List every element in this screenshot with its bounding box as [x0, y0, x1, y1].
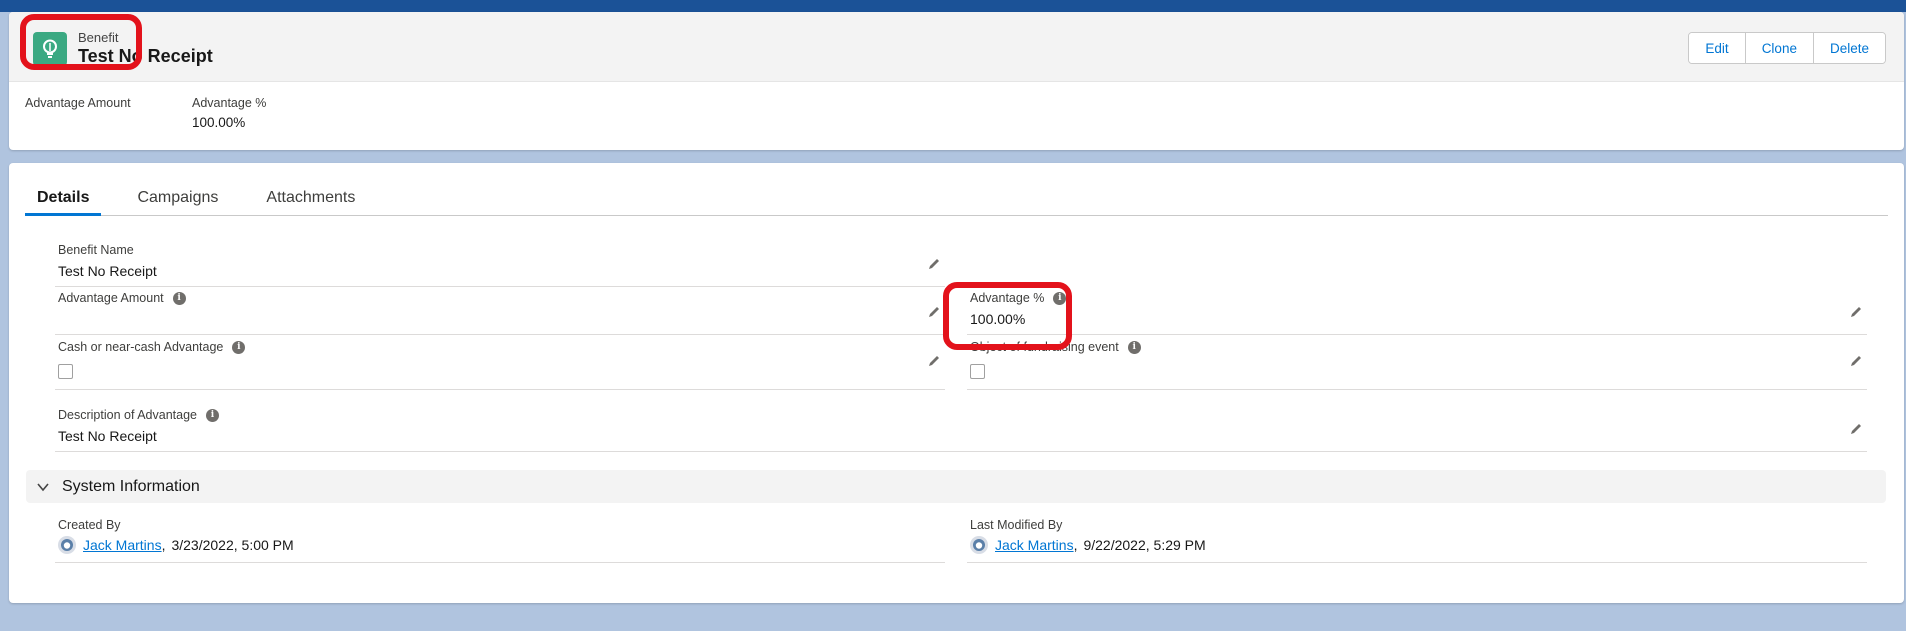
object-type-label: Benefit [78, 30, 119, 45]
highlight-label: Advantage Amount [25, 96, 131, 110]
field-label: Last Modified By [970, 518, 1062, 532]
pencil-icon[interactable] [927, 354, 941, 368]
info-icon[interactable]: i [1127, 340, 1141, 354]
field-label-text: Last Modified By [970, 518, 1063, 532]
highlight-value: 100.00% [192, 115, 246, 130]
info-icon[interactable]: i [205, 408, 219, 422]
field-cash-advantage: Cash or near-cash Advantage i [55, 340, 945, 390]
info-icon[interactable]: i [172, 291, 186, 305]
delete-button[interactable]: Delete [1813, 33, 1885, 63]
field-advantage-amount: Advantage Amount i [55, 291, 945, 335]
info-icon[interactable]: i [232, 340, 246, 354]
pencil-icon[interactable] [927, 257, 941, 271]
created-by-user-link[interactable]: Jack Martins [83, 537, 162, 553]
avatar [970, 536, 988, 554]
info-icon[interactable]: i [1053, 291, 1067, 305]
field-created-by: Created By Jack Martins, 3/23/2022, 5:00… [55, 518, 945, 563]
last-modified-date: 9/22/2022, 5:29 PM [1083, 537, 1206, 553]
field-label-text: Benefit Name [58, 243, 134, 257]
section-title: System Information [62, 477, 200, 495]
chevron-down-icon [37, 482, 49, 491]
field-label-text: Object of fundraising event [970, 340, 1119, 354]
record-title: Test No Receipt [78, 46, 213, 66]
tab-attachments[interactable]: Attachments [254, 185, 367, 216]
last-modified-user-link[interactable]: Jack Martins [995, 537, 1074, 553]
field-advantage-pct: Advantage % i 100.00% [967, 291, 1867, 335]
pencil-icon[interactable] [927, 305, 941, 319]
highlight-fields: Advantage Amount Advantage % 100.00% [9, 82, 1904, 150]
separator-comma: , [161, 537, 166, 553]
highlights-panel: Benefit Test No Receipt Edit Clone Delet… [9, 12, 1904, 150]
separator-comma: , [1073, 537, 1078, 553]
pencil-icon[interactable] [1849, 354, 1863, 368]
field-label: Benefit Name [58, 243, 134, 257]
tab-bar: Details Campaigns Attachments [25, 185, 1888, 216]
cash-advantage-checkbox[interactable] [58, 364, 73, 379]
highlight-advantage-amount: Advantage Amount [25, 96, 131, 115]
field-last-modified-by: Last Modified By Jack Martins, 9/22/2022… [967, 518, 1867, 563]
clone-button[interactable]: Clone [1745, 33, 1814, 63]
last-modified-value: Jack Martins, 9/22/2022, 5:29 PM [970, 536, 1206, 554]
action-buttons: Edit Clone Delete [1688, 32, 1886, 64]
field-label-text: Cash or near-cash Advantage [58, 340, 224, 354]
system-info-section-header[interactable]: System Information [26, 470, 1886, 503]
field-label: Object of fundraising event i [970, 340, 1141, 354]
field-fundraising-event: Object of fundraising event i [967, 340, 1867, 390]
tab-details[interactable]: Details [25, 185, 102, 216]
field-label: Description of Advantage i [58, 408, 219, 422]
record-header: Benefit Test No Receipt Edit Clone Delet… [9, 12, 1904, 82]
field-value: Test No Receipt [58, 263, 157, 279]
field-label-text: Advantage Amount [58, 291, 164, 305]
created-date: 3/23/2022, 5:00 PM [171, 537, 294, 553]
created-by-value: Jack Martins, 3/23/2022, 5:00 PM [58, 536, 294, 554]
lightbulb-icon [33, 32, 67, 66]
edit-button[interactable]: Edit [1689, 33, 1746, 63]
field-description: Description of Advantage i Test No Receip… [55, 408, 1867, 452]
highlight-label: Advantage % [192, 96, 267, 110]
field-value: Test No Receipt [58, 428, 157, 444]
field-label: Cash or near-cash Advantage i [58, 340, 246, 354]
field-value: 100.00% [970, 311, 1026, 327]
field-label: Advantage Amount i [58, 291, 186, 305]
field-benefit-name: Benefit Name Test No Receipt [55, 243, 945, 287]
field-label-text: Advantage % [970, 291, 1045, 305]
field-label-text: Description of Advantage [58, 408, 197, 422]
avatar [58, 536, 76, 554]
record-detail-card: Details Campaigns Attachments Benefit Na… [9, 163, 1904, 603]
tab-campaigns[interactable]: Campaigns [125, 185, 230, 216]
pencil-icon[interactable] [1849, 422, 1863, 436]
field-label: Advantage % i [970, 291, 1067, 305]
highlight-advantage-pct: Advantage % 100.00% [192, 96, 266, 130]
fundraising-event-checkbox[interactable] [970, 364, 985, 379]
field-label-text: Created By [58, 518, 121, 532]
field-label: Created By [58, 518, 121, 532]
pencil-icon[interactable] [1849, 305, 1863, 319]
